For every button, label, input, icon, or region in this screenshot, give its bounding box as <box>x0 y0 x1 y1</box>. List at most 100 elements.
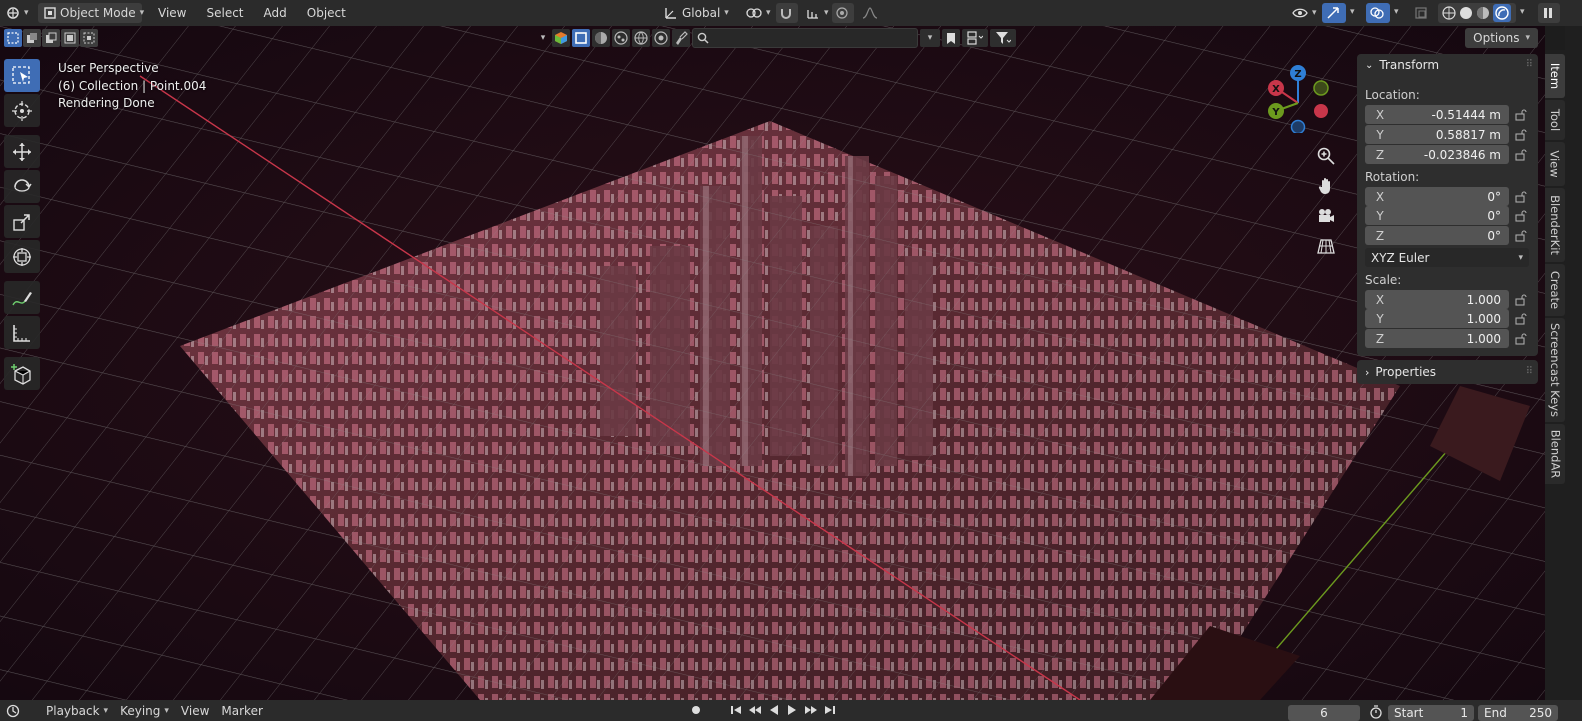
xray-toggle[interactable] <box>1412 3 1432 23</box>
end-frame-field[interactable]: End 250 <box>1478 705 1558 721</box>
transform-tool[interactable] <box>4 240 40 273</box>
color-filter-icon[interactable] <box>552 29 570 47</box>
editor-type-button[interactable]: ▾ <box>0 3 34 23</box>
options-dropdown[interactable]: Options ▾ <box>1465 28 1538 48</box>
tab-blenderkit[interactable]: BlenderKit <box>1545 188 1565 262</box>
scale-z-field[interactable]: Z 1.000 <box>1365 329 1509 348</box>
rendered-shading-icon[interactable] <box>1493 4 1511 22</box>
snap-target-dropdown[interactable]: ▾ <box>800 3 835 23</box>
menu-view[interactable]: View <box>152 3 192 23</box>
lock-icon[interactable] <box>1513 228 1529 244</box>
lock-icon[interactable] <box>1513 311 1529 327</box>
lock-icon[interactable] <box>1513 208 1529 224</box>
camera-icon[interactable] <box>1313 203 1339 229</box>
marker-menu[interactable]: Marker <box>215 702 268 720</box>
jump-start-icon[interactable] <box>730 704 742 719</box>
menu-select[interactable]: Select <box>200 3 249 23</box>
mode-dropdown[interactable]: Object Mode ▾ <box>38 3 144 23</box>
zoom-icon[interactable] <box>1313 143 1339 169</box>
drag-grip-icon[interactable]: ⠿ <box>1526 59 1533 70</box>
record-icon[interactable] <box>690 704 702 719</box>
material-filter-icon[interactable] <box>592 29 610 47</box>
world-filter-icon[interactable] <box>632 29 650 47</box>
select-intersect-button[interactable] <box>80 29 98 47</box>
lock-icon[interactable] <box>1513 189 1529 205</box>
lock-icon[interactable] <box>1513 107 1529 123</box>
current-frame-field[interactable]: 6 <box>1288 705 1360 721</box>
lock-icon[interactable] <box>1513 147 1529 163</box>
bookmark-icon[interactable] <box>942 29 960 47</box>
properties-panel[interactable]: › Properties ⠿ <box>1357 360 1538 384</box>
select-box-tool[interactable] <box>4 59 40 92</box>
pivot-dropdown[interactable]: ▾ <box>740 3 777 23</box>
gizmo-toggle[interactable] <box>1322 3 1346 23</box>
gizmo-neg-z-axis[interactable] <box>1290 119 1306 134</box>
hand-pan-icon[interactable] <box>1313 173 1339 199</box>
rotation-x-field[interactable]: X 0° <box>1365 187 1509 206</box>
wireframe-shading-icon[interactable] <box>1442 6 1456 20</box>
tab-blendar[interactable]: BlendAR <box>1545 424 1565 484</box>
annotate-tool[interactable] <box>4 281 40 314</box>
select-new-button[interactable] <box>4 29 22 47</box>
transform-panel-header[interactable]: ⌄ Transform <box>1357 54 1538 76</box>
measure-tool[interactable] <box>4 316 40 349</box>
jump-end-icon[interactable] <box>824 704 836 719</box>
filter-icon[interactable] <box>990 29 1016 47</box>
visibility-dropdown[interactable]: ▾ <box>1286 3 1323 23</box>
solid-shading-icon[interactable] <box>1459 6 1473 20</box>
chevron-down-icon[interactable]: ▾ <box>536 33 550 43</box>
play-icon[interactable] <box>786 704 798 719</box>
location-z-field[interactable]: Z -0.023846 m <box>1365 145 1509 164</box>
next-keyframe-icon[interactable] <box>804 704 818 719</box>
properties-panel-header[interactable]: › Properties <box>1357 360 1538 384</box>
material-shading-icon[interactable] <box>1476 6 1490 20</box>
location-x-field[interactable]: X -0.51444 m <box>1365 105 1509 124</box>
playback-menu[interactable]: Playback ▾ <box>40 702 114 720</box>
tab-item[interactable]: Item <box>1545 54 1565 98</box>
hdri-filter-icon[interactable] <box>652 29 670 47</box>
stopwatch-icon[interactable] <box>1369 705 1383 721</box>
select-subtract-button[interactable] <box>42 29 60 47</box>
gizmo-neg-x-axis[interactable] <box>1314 104 1328 118</box>
chevron-down-icon[interactable]: ▾ <box>1350 7 1355 17</box>
move-tool[interactable] <box>4 135 40 168</box>
keying-menu[interactable]: Keying ▾ <box>114 702 175 720</box>
overlays-toggle[interactable] <box>1366 3 1390 23</box>
search-options-icon[interactable]: ▾ <box>920 29 940 47</box>
lock-icon[interactable] <box>1513 331 1529 347</box>
rotation-mode-dropdown[interactable]: XYZ Euler ▾ <box>1365 248 1529 267</box>
select-invert-button[interactable] <box>61 29 79 47</box>
rotation-z-field[interactable]: Z 0° <box>1365 226 1509 245</box>
tab-create[interactable]: Create <box>1545 264 1565 316</box>
select-extend-button[interactable] <box>23 29 41 47</box>
prev-keyframe-icon[interactable] <box>748 704 762 719</box>
start-frame-field[interactable]: Start 1 <box>1388 705 1474 721</box>
timeline-editor-type[interactable] <box>0 702 34 720</box>
scale-x-field[interactable]: X 1.000 <box>1365 290 1509 309</box>
falloff-dropdown[interactable] <box>856 3 884 23</box>
search-input[interactable] <box>692 28 918 48</box>
orientation-dropdown[interactable]: Global ▾ <box>658 3 735 23</box>
snap-toggle[interactable] <box>776 3 798 23</box>
rotate-tool[interactable] <box>4 170 40 203</box>
scale-tool[interactable] <box>4 205 40 238</box>
texture-filter-icon[interactable] <box>612 29 630 47</box>
location-y-field[interactable]: Y 0.58817 m <box>1365 125 1509 144</box>
menu-add[interactable]: Add <box>258 3 293 23</box>
add-cube-tool[interactable] <box>4 357 40 390</box>
cursor-tool[interactable] <box>4 94 40 127</box>
tab-view[interactable]: View <box>1545 142 1565 186</box>
pause-render-button[interactable] <box>1538 3 1560 23</box>
object-filter-icon[interactable] <box>572 29 590 47</box>
proportional-edit-toggle[interactable] <box>832 3 854 23</box>
play-reverse-icon[interactable] <box>768 704 780 719</box>
rotation-y-field[interactable]: Y 0° <box>1365 206 1509 225</box>
brush-filter-icon[interactable] <box>672 29 690 47</box>
gizmo-neg-y-axis[interactable] <box>1313 80 1329 96</box>
tab-tool[interactable]: Tool <box>1545 100 1565 140</box>
chevron-down-icon[interactable]: ▾ <box>1394 7 1399 17</box>
menu-object[interactable]: Object <box>301 3 352 23</box>
tab-screencast-keys[interactable]: Screencast Keys <box>1545 318 1565 422</box>
perspective-grid-icon[interactable] <box>1313 233 1339 259</box>
scale-y-field[interactable]: Y 1.000 <box>1365 309 1509 328</box>
